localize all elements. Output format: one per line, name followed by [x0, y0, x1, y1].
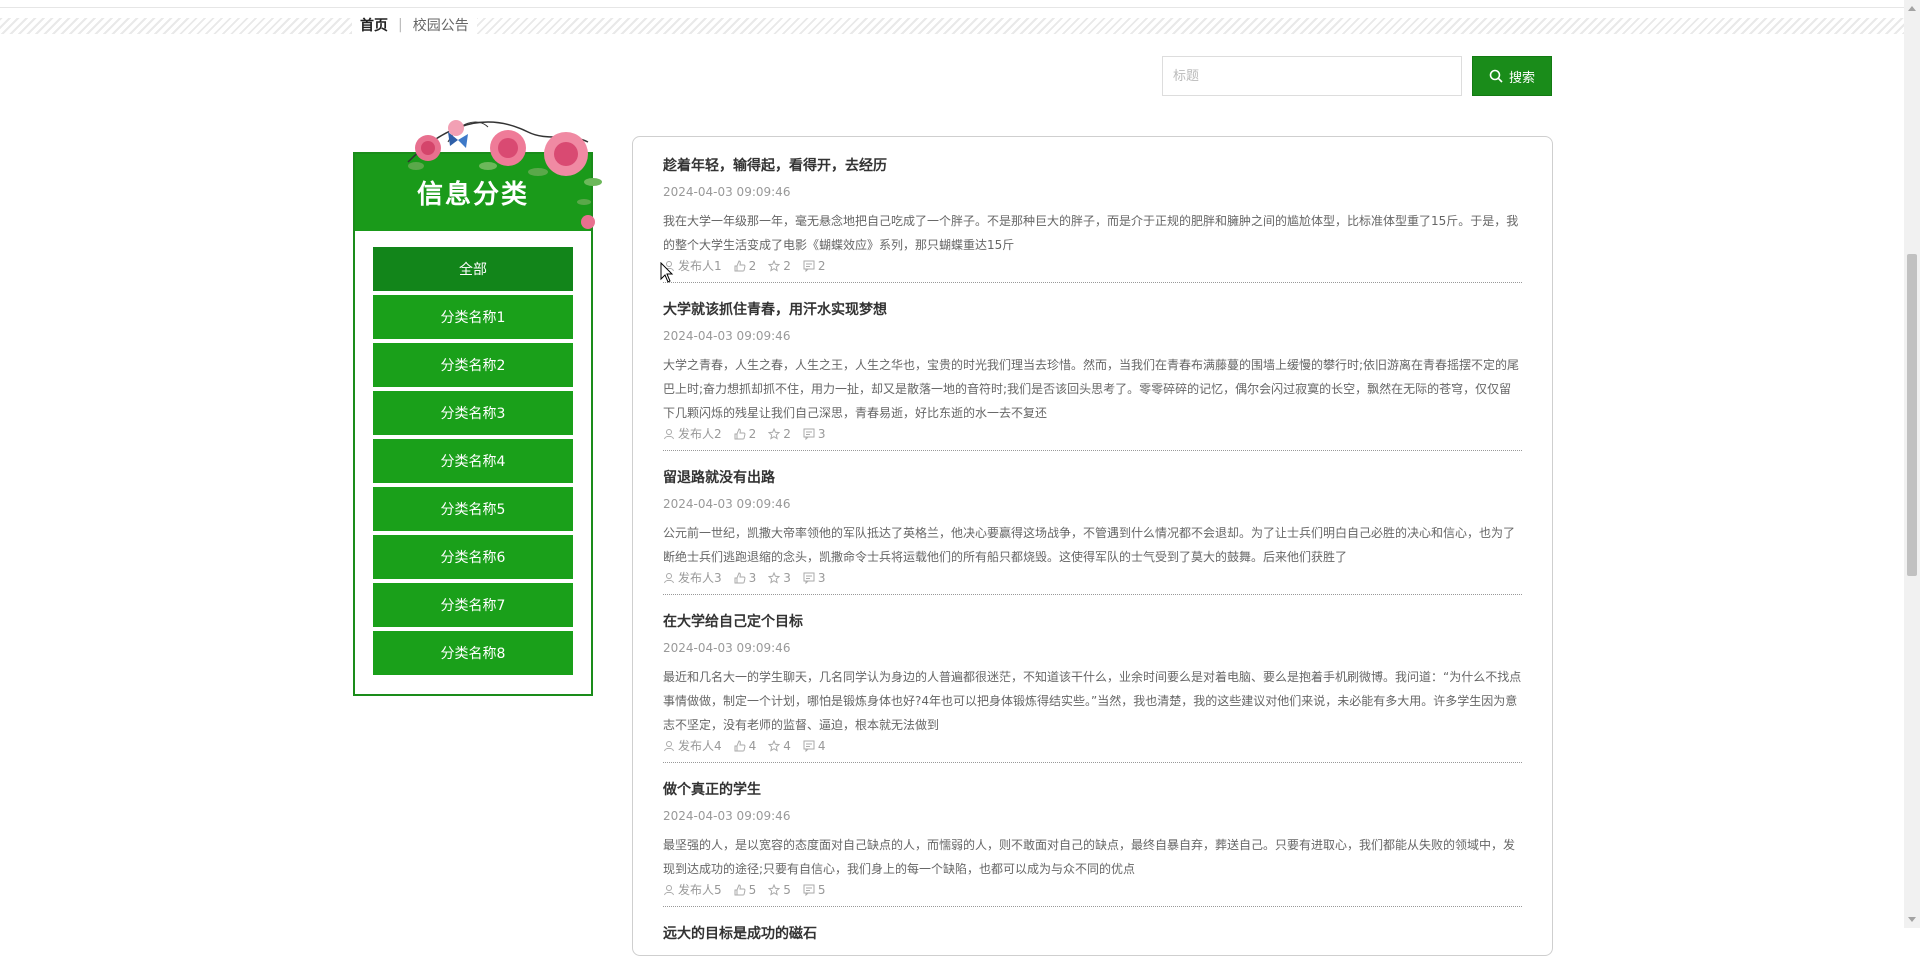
post-comments: 3: [817, 570, 826, 585]
breadcrumb: 首页 | 校园公告: [352, 14, 477, 36]
post-author: 发布人3: [678, 571, 722, 585]
post-author: 发布人5: [678, 883, 722, 897]
post-meta: 发布人3 3 3 3: [663, 569, 1522, 586]
post-favorites: 3: [783, 570, 791, 585]
post-author: 发布人1: [678, 259, 722, 273]
category-item-5[interactable]: 分类名称5: [373, 487, 573, 531]
rose-icon: [415, 120, 595, 229]
category-item-all[interactable]: 全部: [373, 247, 573, 291]
category-item-7[interactable]: 分类名称7: [373, 583, 573, 627]
post-title[interactable]: 趁着年轻，输得起，看得开，去经历: [663, 155, 1522, 175]
comment-icon: [803, 572, 815, 584]
category-item-6[interactable]: 分类名称6: [373, 535, 573, 579]
breadcrumb-home[interactable]: 首页: [360, 15, 388, 35]
thumbs-up-icon: [734, 883, 746, 895]
post-favorites: 2: [783, 426, 791, 441]
comment-icon: [803, 428, 815, 440]
post-comments: 3: [817, 426, 826, 441]
category-panel: 信息分类 全部 分类名称1 分类名称2 分类名称3 分类名称4 分类名称5 分类…: [353, 152, 593, 696]
post-likes: 3: [748, 570, 757, 585]
star-icon: [768, 259, 781, 272]
page-scrollbar[interactable]: [1904, 0, 1920, 928]
flower-decoration: [407, 120, 602, 229]
comment-icon: [803, 884, 815, 896]
category-item-8[interactable]: 分类名称8: [373, 631, 573, 675]
star-icon: [768, 883, 781, 896]
thumbs-up-icon: [734, 427, 746, 439]
search-icon: [1489, 69, 1503, 83]
post-date: 2024-04-03 09:09:46: [663, 641, 791, 655]
post-title[interactable]: 远大的目标是成功的磁石: [663, 923, 1522, 943]
post-title[interactable]: 大学就该抓住青春，用汗水实现梦想: [663, 299, 1522, 319]
post-excerpt: 公元前一世纪，凯撒大帝率领他的军队抵达了英格兰，他决心要赢得这场战争，不管遇到什…: [663, 526, 1516, 564]
category-item-3[interactable]: 分类名称3: [373, 391, 573, 435]
thumbs-up-icon: [734, 259, 746, 271]
post-favorites: 5: [783, 882, 791, 897]
post-item[interactable]: 在大学给自己定个目标 2024-04-03 09:09:46 最近和几名大一的学…: [663, 611, 1522, 763]
comment-icon: [803, 740, 815, 752]
post-item[interactable]: 远大的目标是成功的磁石: [663, 923, 1522, 961]
thumbs-up-icon: [734, 739, 746, 751]
scroll-thumb[interactable]: [1907, 254, 1917, 576]
post-excerpt: 最坚强的人，是以宽容的态度面对自己缺点的人，而懦弱的人，则不敢面对自己的缺点，最…: [663, 838, 1516, 876]
search-button-label: 搜索: [1508, 70, 1535, 86]
post-title[interactable]: 在大学给自己定个目标: [663, 611, 1522, 631]
user-icon: [664, 884, 674, 895]
post-item[interactable]: 做个真正的学生 2024-04-03 09:09:46 最坚强的人，是以宽容的态…: [663, 779, 1522, 907]
post-date: 2024-04-03 09:09:46: [663, 809, 791, 823]
post-author: 发布人2: [678, 427, 722, 441]
post-date: 2024-04-03 09:09:46: [663, 185, 791, 199]
post-excerpt: 最近和几名大一的学生聊天，几名同学认为身边的人普遍都很迷茫，不知道该干什么，业余…: [663, 670, 1522, 732]
post-list: 趁着年轻，输得起，看得开，去经历 2024-04-03 09:09:46 我在大…: [632, 136, 1553, 956]
post-title[interactable]: 留退路就没有出路: [663, 467, 1522, 487]
search-input[interactable]: [1162, 56, 1462, 96]
category-item-2[interactable]: 分类名称2: [373, 343, 573, 387]
star-icon: [768, 739, 781, 752]
mouse-cursor-icon: [660, 262, 674, 283]
user-icon: [664, 572, 674, 583]
post-favorites: 4: [783, 738, 791, 753]
post-likes: 5: [748, 882, 757, 897]
post-title[interactable]: 做个真正的学生: [663, 779, 1522, 799]
search-bar: 搜索: [1162, 56, 1552, 96]
user-icon: [664, 740, 674, 751]
post-meta: 发布人1 2 2 2: [663, 257, 1522, 274]
breadcrumb-separator: |: [398, 17, 403, 33]
post-item[interactable]: 留退路就没有出路 2024-04-03 09:09:46 公元前一世纪，凯撒大帝…: [663, 467, 1522, 595]
category-list: 全部 分类名称1 分类名称2 分类名称3 分类名称4 分类名称5 分类名称6 分…: [355, 247, 591, 675]
category-item-1[interactable]: 分类名称1: [373, 295, 573, 339]
scroll-down-icon[interactable]: [1908, 917, 1916, 922]
post-meta: 发布人2 2 2 3: [663, 425, 1522, 442]
post-likes: 2: [748, 258, 757, 273]
comment-icon: [803, 260, 815, 272]
post-favorites: 2: [783, 258, 791, 273]
thumbs-up-icon: [734, 571, 746, 583]
breadcrumb-current[interactable]: 校园公告: [413, 15, 469, 35]
post-comments: 5: [817, 882, 826, 897]
post-comments: 2: [817, 258, 826, 273]
post-item[interactable]: 大学就该抓住青春，用汗水实现梦想 2024-04-03 09:09:46 大学之…: [663, 299, 1522, 451]
post-author: 发布人4: [678, 739, 722, 753]
post-likes: 4: [748, 738, 757, 753]
post-meta: 发布人5 5 5 5: [663, 881, 1522, 898]
star-icon: [768, 427, 781, 440]
star-icon: [768, 571, 781, 584]
top-divider: [0, 0, 1904, 8]
breadcrumb-bar: [0, 18, 1904, 34]
post-meta: 发布人4 4 4 4: [663, 737, 1522, 754]
post-excerpt: 我在大学一年级那一年，毫无悬念地把自己吃成了一个胖子。不是那种巨大的胖子，而是介…: [663, 214, 1519, 252]
post-excerpt: 大学之青春，人生之春，人生之王，人生之华也，宝贵的时光我们理当去珍惜。然而，当我…: [663, 358, 1520, 420]
post-comments: 4: [817, 738, 826, 753]
category-item-4[interactable]: 分类名称4: [373, 439, 573, 483]
post-item[interactable]: 趁着年轻，输得起，看得开，去经历 2024-04-03 09:09:46 我在大…: [663, 155, 1522, 283]
scroll-up-icon[interactable]: [1908, 6, 1916, 11]
post-date: 2024-04-03 09:09:46: [663, 329, 791, 343]
post-date: 2024-04-03 09:09:46: [663, 497, 791, 511]
search-button[interactable]: 搜索: [1472, 56, 1552, 96]
user-icon: [664, 428, 674, 439]
post-likes: 2: [748, 426, 757, 441]
